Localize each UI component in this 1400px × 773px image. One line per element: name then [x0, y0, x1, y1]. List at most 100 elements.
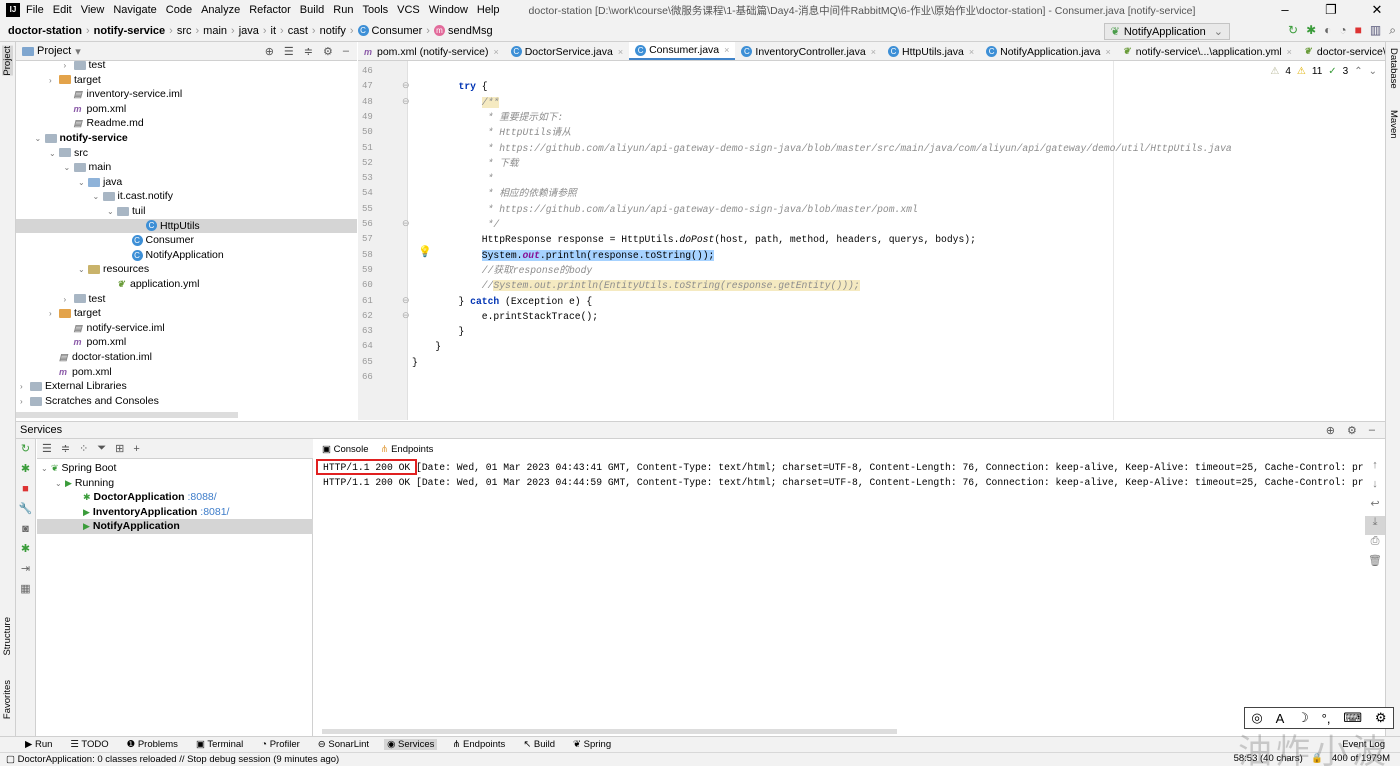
close-icon[interactable]: ×: [618, 47, 623, 57]
close-button[interactable]: ✕: [1354, 0, 1400, 20]
tool-window-profiler[interactable]: ◔ Profiler: [258, 739, 302, 750]
new-tab-icon[interactable]: ⊞: [115, 442, 124, 455]
chevron-right-icon[interactable]: ›: [49, 307, 59, 322]
globe-icon[interactable]: ⊕: [1326, 424, 1335, 437]
tool-window-endpoints[interactable]: ⋔ Endpoints: [449, 739, 508, 750]
tree-item[interactable]: ❦ application.yml: [16, 277, 357, 292]
tree-item[interactable]: ⌄ tuil: [16, 204, 357, 219]
tree-item[interactable]: m pom.xml: [16, 365, 357, 380]
trash-icon[interactable]: 🗑: [1365, 554, 1385, 573]
tool-window-sonarlint[interactable]: ⊖ SonarLint: [315, 739, 372, 750]
favorites-tool-button[interactable]: Favorites: [2, 680, 13, 719]
menu-navigate[interactable]: Navigate: [113, 4, 156, 16]
close-icon[interactable]: ×: [493, 47, 498, 57]
tree-item[interactable]: C HttpUtils: [16, 218, 357, 234]
scroll-down-icon[interactable]: ↓: [1365, 478, 1385, 497]
menu-build[interactable]: Build: [300, 4, 324, 16]
group-icon[interactable]: ⁘: [79, 442, 88, 455]
menu-edit[interactable]: Edit: [53, 4, 72, 16]
editor-tab[interactable]: ❦ doctor-service\...\applicatio: [1298, 42, 1385, 60]
chevron-right-icon[interactable]: ›: [20, 395, 30, 410]
breadcrumb-item[interactable]: notify: [320, 25, 346, 37]
tree-item[interactable]: ⌄ resources: [16, 262, 357, 277]
tree-item[interactable]: ▤ notify-service.iml: [16, 321, 357, 336]
scroll-to-end-icon[interactable]: ⤓: [1365, 516, 1385, 535]
service-item[interactable]: ▶ InventoryApplication :8081/: [37, 505, 313, 520]
tree-item[interactable]: › test: [16, 61, 357, 73]
breadcrumb-item[interactable]: cast: [288, 25, 308, 37]
editor-tab[interactable]: C DoctorService.java ×: [505, 42, 629, 60]
tab-endpoints[interactable]: ⋔ Endpoints: [380, 444, 433, 455]
chevron-up-icon[interactable]: ⌃: [1354, 66, 1362, 77]
coverage-icon[interactable]: ◐: [1324, 23, 1331, 38]
service-item[interactable]: ▶ NotifyApplication: [37, 519, 313, 534]
debug-icon[interactable]: ✱: [1306, 23, 1316, 38]
project-view-selector[interactable]: Project: [37, 45, 71, 57]
chevron-down-icon[interactable]: ⌄: [1369, 66, 1377, 77]
editor-tab[interactable]: C NotifyApplication.java ×: [980, 42, 1117, 60]
debug-icon[interactable]: ✱: [16, 459, 35, 479]
tree-item[interactable]: ⌄ java: [16, 175, 357, 190]
tool-window-run[interactable]: ▶ Run: [22, 739, 55, 750]
tool-window-spring[interactable]: ❦ Spring: [570, 739, 614, 750]
tree-item[interactable]: › Scratches and Consoles: [16, 394, 357, 409]
chevron-down-icon[interactable]: ⌄: [41, 462, 51, 477]
chevron-down-icon[interactable]: ⌄: [93, 190, 103, 205]
layout-icon[interactable]: ▦: [16, 579, 35, 599]
collapse-all-icon[interactable]: ≑: [304, 45, 313, 58]
close-icon[interactable]: ×: [969, 47, 974, 57]
gear-icon[interactable]: ⚙: [323, 45, 333, 58]
editor-tab[interactable]: C InventoryController.java ×: [735, 42, 882, 60]
scroll-up-icon[interactable]: ↑: [1365, 459, 1385, 478]
code-editor[interactable]: ⚠ 4 ⚠ 11 ✓ 3 ⌃ ⌄ 💡 46 47 ⊖ try {48 ⊖ /** 49 * 重要…: [358, 61, 1385, 420]
chevron-down-icon[interactable]: ⌄: [49, 147, 59, 162]
tree-item[interactable]: ▤ Readme.md: [16, 116, 357, 131]
fold-icon[interactable]: ⊖: [402, 80, 410, 91]
breadcrumb-item[interactable]: src: [177, 25, 192, 37]
breadcrumb-item[interactable]: java: [239, 25, 259, 37]
add-icon[interactable]: +: [133, 443, 139, 455]
chevron-right-icon[interactable]: ›: [20, 380, 30, 395]
search-icon[interactable]: ⌕: [1389, 23, 1396, 38]
menu-code[interactable]: Code: [166, 4, 192, 16]
database-tool-button[interactable]: Database: [1388, 48, 1399, 89]
tool-window-todo[interactable]: ☰ TODO: [67, 739, 111, 750]
horizontal-scrollbar[interactable]: [322, 729, 897, 734]
breadcrumb-item[interactable]: doctor-station: [8, 25, 82, 37]
structure-tool-button[interactable]: Structure: [2, 617, 13, 656]
fold-icon[interactable]: ⊖: [402, 218, 410, 229]
service-item[interactable]: ⌄ ❦ Spring Boot: [37, 461, 313, 476]
tree-item[interactable]: ⌄ notify-service: [16, 131, 357, 146]
tab-console[interactable]: ▣ Console: [322, 444, 368, 455]
fold-icon[interactable]: ⊖: [402, 96, 410, 107]
tool-window-services[interactable]: ◉ Services: [384, 739, 438, 750]
breadcrumb-item[interactable]: notify-service: [94, 25, 166, 37]
chevron-down-icon[interactable]: ⌄: [35, 132, 45, 147]
tree-item[interactable]: › target: [16, 73, 357, 88]
tree-item[interactable]: › target: [16, 306, 357, 321]
chevron-down-icon[interactable]: ⌄: [107, 205, 117, 220]
close-icon[interactable]: ×: [1106, 47, 1111, 57]
breadcrumb-item[interactable]: Consumer: [372, 25, 423, 37]
profile-icon[interactable]: ◔: [1339, 23, 1346, 38]
tool-window-build[interactable]: ↖ Build: [520, 739, 558, 750]
tree-item[interactable]: › test: [16, 292, 357, 307]
chevron-down-icon[interactable]: ⌄: [64, 161, 74, 176]
menu-file[interactable]: File: [26, 4, 44, 16]
fold-icon[interactable]: ⊖: [402, 295, 410, 306]
debug-icon[interactable]: ✱: [16, 539, 35, 559]
hide-icon[interactable]: –: [1369, 424, 1375, 437]
tree-item[interactable]: ⌄ src: [16, 146, 357, 161]
project-structure-icon[interactable]: ▥: [1370, 23, 1381, 38]
menu-tools[interactable]: Tools: [362, 4, 388, 16]
restore-button[interactable]: ❐: [1308, 0, 1354, 20]
breadcrumb-item[interactable]: it: [271, 25, 277, 37]
camera-icon[interactable]: ◙: [16, 519, 35, 539]
menu-view[interactable]: View: [81, 4, 105, 16]
service-port-link[interactable]: :8081/: [200, 506, 229, 518]
tool-window-terminal[interactable]: ▣ Terminal: [193, 739, 246, 750]
chevron-right-icon[interactable]: ›: [64, 293, 74, 308]
close-icon[interactable]: ×: [871, 47, 876, 57]
chevron-down-icon[interactable]: ⌄: [55, 477, 65, 492]
close-icon[interactable]: ×: [1287, 47, 1292, 57]
